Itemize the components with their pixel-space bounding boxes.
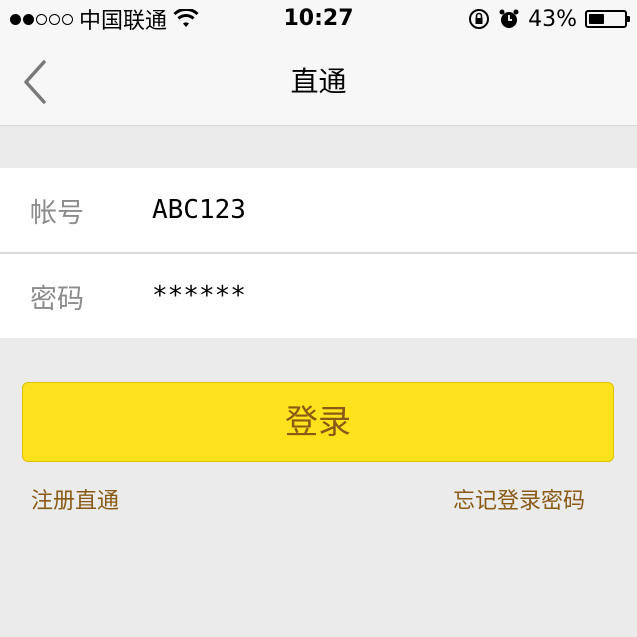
forgot-password-link[interactable]: 忘记登录密码 (453, 483, 585, 515)
account-field[interactable]: ABC123 (152, 195, 246, 225)
alarm-icon (499, 9, 519, 28)
status-right: 43% (468, 4, 630, 34)
navigation-bar: 直通 (0, 38, 637, 126)
account-label: 帐号 (30, 197, 84, 229)
battery-icon (585, 10, 630, 28)
account-row[interactable]: 帐号 ABC123 (0, 168, 637, 252)
login-button[interactable]: 登录 (22, 382, 614, 462)
login-form: 帐号 ABC123 密码 ****** (0, 168, 637, 338)
battery-fill (589, 14, 604, 24)
rotation-lock-icon (469, 9, 490, 29)
battery-percent: 43% (528, 6, 577, 32)
page-title: 直通 (290, 65, 347, 98)
status-bar: 中国联通 10:27 43% (0, 0, 637, 38)
password-field[interactable]: ****** (152, 281, 246, 311)
register-link[interactable]: 注册直通 (31, 483, 119, 515)
password-label: 密码 (30, 283, 84, 315)
password-row[interactable]: 密码 ****** (0, 252, 637, 338)
